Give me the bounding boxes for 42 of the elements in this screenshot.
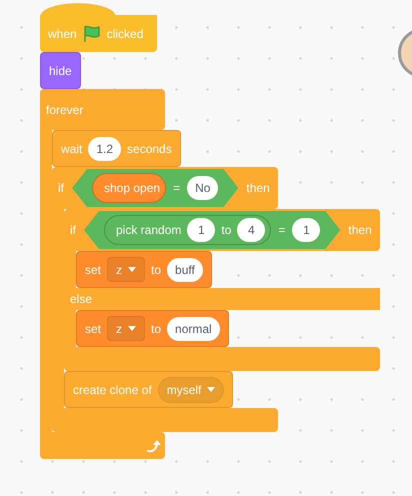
block-label: create clone of [73, 382, 152, 396]
input-field[interactable]: No [187, 176, 218, 200]
block-label: to [151, 262, 162, 276]
input-field[interactable]: buff [167, 258, 203, 282]
block-label: to [151, 322, 162, 336]
block-label: hide [49, 64, 72, 78]
block-label: then [246, 181, 270, 195]
loop-arrow-icon [147, 438, 163, 452]
command-block[interactable]: set z to buff [76, 251, 212, 288]
command-block[interactable]: hide [40, 52, 81, 89]
block-label: set [85, 262, 102, 276]
caret-icon [128, 267, 136, 272]
input-field[interactable]: 1.2 [88, 136, 122, 160]
command-block[interactable]: set z to normal [76, 310, 229, 347]
block-top-bar[interactable]: if pick random 1 to 4 = 1 then [64, 209, 380, 251]
block-top-bar[interactable]: if shop open = No then [52, 167, 278, 209]
caret-icon [207, 387, 216, 392]
block-label: then [348, 223, 372, 237]
block-label: if [70, 223, 76, 237]
input-field[interactable]: 1 [292, 218, 320, 242]
block-label: to [221, 223, 232, 237]
block-label: wait [61, 142, 82, 156]
block-label: set [85, 322, 102, 336]
block-label: clicked [106, 26, 144, 40]
command-block[interactable]: wait 1.2 seconds [52, 130, 181, 167]
boolean-block[interactable]: pick random 1 to 4 = 1 [84, 211, 340, 249]
block-label: = [278, 223, 286, 237]
block-label: when [48, 26, 77, 40]
flag-icon [82, 24, 101, 42]
reporter-block[interactable]: pick random 1 to 4 [104, 215, 272, 245]
input-field[interactable]: 4 [237, 218, 266, 242]
block-label: if [58, 181, 64, 195]
block-label: = [173, 181, 180, 195]
block-label: pick random [115, 223, 182, 237]
boolean-block[interactable]: shop open = No [72, 169, 238, 207]
block-label: seconds [127, 142, 172, 156]
caret-icon [128, 326, 136, 331]
input-field[interactable]: 1 [187, 218, 216, 242]
block-label: shop open [103, 181, 160, 195]
block-label: else [70, 292, 92, 306]
input-field[interactable]: normal [167, 316, 220, 340]
block-label: forever [46, 102, 84, 116]
